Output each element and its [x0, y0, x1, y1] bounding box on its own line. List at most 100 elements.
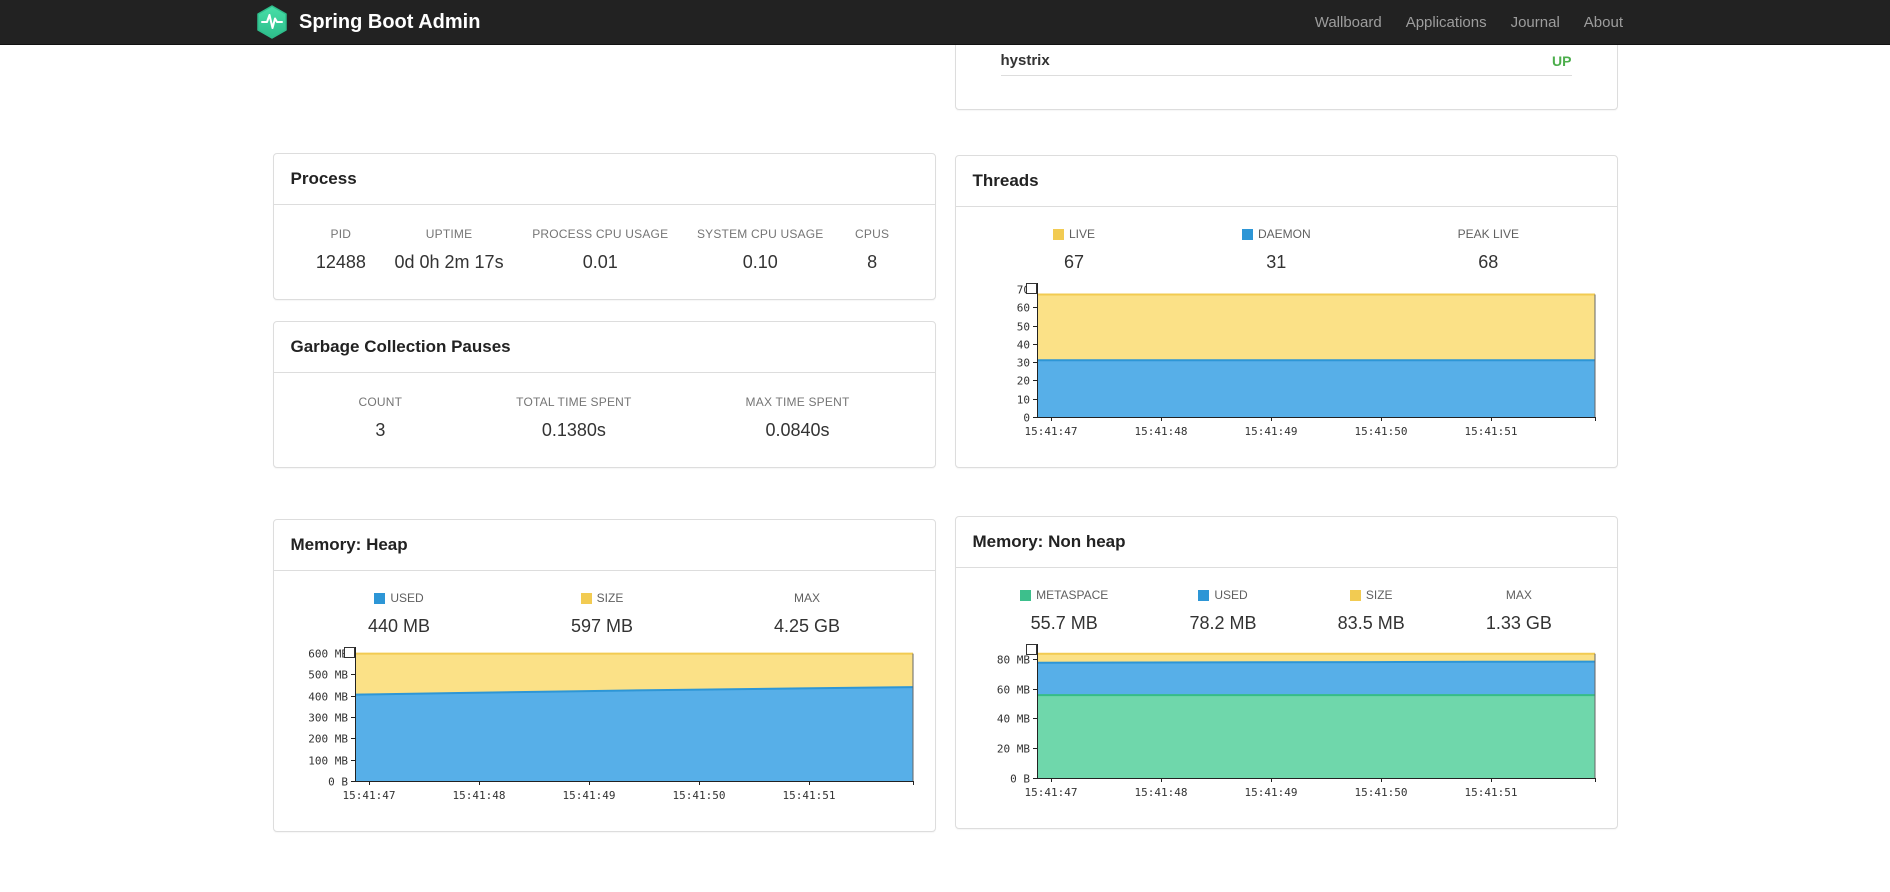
memory-nonheap-legend: METASPACE 55.7 MB USED 78.2 MB SIZE 83.5… — [956, 568, 1617, 636]
svg-text:10: 10 — [1017, 394, 1030, 407]
svg-text:50: 50 — [1017, 321, 1030, 334]
legend-label: MAX — [774, 591, 840, 605]
metric-value: 8 — [867, 252, 878, 272]
brand-title: Spring Boot Admin — [299, 10, 481, 33]
used-swatch-icon — [374, 592, 386, 604]
legend-item-used: USED 78.2 MB — [1189, 588, 1256, 634]
memory-heap-panel-heading: Memory: Heap — [273, 520, 935, 571]
brand-link[interactable]: Spring Boot Admin — [255, 5, 480, 39]
legend-item-daemon: DAEMON 31 — [1241, 227, 1311, 273]
legend-label: USED — [1189, 588, 1256, 602]
legend-value: 31 — [1266, 252, 1287, 272]
legend-item-size: SIZE 83.5 MB — [1338, 588, 1405, 634]
svg-text:40: 40 — [1017, 339, 1030, 352]
legend-value: 55.7 MB — [1030, 613, 1098, 633]
memory-heap-chart: 0 B 100 MB 200 MB 300 MB 400 MB 500 MB 600 MB 1… — [308, 647, 914, 802]
legend-value: 83.5 MB — [1337, 613, 1405, 633]
svg-text:200 MB: 200 MB — [308, 733, 348, 746]
metric-uptime: UPTIME 0d 0h 2m 17s — [395, 227, 504, 273]
legend-label-text: PEAK LIVE — [1457, 227, 1519, 241]
legend-label-text: MAX — [1505, 588, 1532, 602]
process-metrics: PID 12488 UPTIME 0d 0h 2m 17s PROCESS CP… — [274, 205, 935, 299]
svg-text:15:41:48: 15:41:48 — [453, 789, 506, 802]
metric-gc-count: COUNT 3 — [358, 395, 402, 441]
memory-heap-chart-wrap: 0 B 100 MB 200 MB 300 MB 400 MB 500 MB 600 MB 1… — [274, 639, 935, 831]
legend-label: METASPACE — [1020, 588, 1108, 602]
gc-panel: Garbage Collection Pauses COUNT 3 TOTAL … — [272, 321, 936, 468]
memory-heap-panel: Memory: Heap USED 440 MB SIZE 597 MB MAX… — [272, 519, 936, 832]
health-status-badge: UP — [1552, 52, 1572, 69]
legend-label: MAX — [1486, 588, 1552, 602]
legend-label: USED — [368, 591, 430, 605]
left-column: Process PID 12488 UPTIME 0d 0h 2m 17s PR… — [272, 45, 936, 832]
legend-value: 440 MB — [367, 616, 431, 636]
svg-text:60 MB: 60 MB — [997, 684, 1030, 697]
size-swatch-icon — [1349, 589, 1361, 601]
svg-text:15:41:47: 15:41:47 — [1025, 425, 1078, 438]
nav-item-applications[interactable]: Applications — [1394, 14, 1499, 31]
legend-label: LIVE — [1052, 227, 1095, 241]
threads-chart: 01020304050607015:41:47 15:41:48 15:41:49 1… — [1017, 283, 1596, 438]
legend-value: 4.25 GB — [773, 616, 841, 636]
memory-heap-panel-title: Memory: Heap — [290, 535, 408, 554]
health-check-name: hystrix — [1000, 52, 1050, 69]
svg-text:60: 60 — [1017, 302, 1030, 315]
metric-label: SYSTEM CPU USAGE — [696, 227, 824, 241]
legend-item-max: MAX 1.33 GB — [1486, 588, 1552, 634]
live-swatch-icon — [1052, 228, 1064, 240]
svg-text:0 B: 0 B — [1010, 773, 1030, 786]
metric-label: MAX TIME SPENT — [745, 395, 850, 409]
nav-item-wallboard[interactable]: Wallboard — [1303, 14, 1394, 31]
legend-label: SIZE — [1338, 588, 1405, 602]
memory-heap-legend: USED 440 MB SIZE 597 MB MAX 4.25 GB — [274, 571, 935, 639]
legend-label: DAEMON — [1241, 227, 1311, 241]
legend-label-text: DAEMON — [1257, 227, 1311, 241]
threads-panel-heading: Threads — [955, 156, 1617, 207]
metric-label: COUNT — [358, 395, 403, 409]
svg-text:15:41:47: 15:41:47 — [343, 789, 396, 802]
svg-text:15:41:50: 15:41:50 — [1355, 786, 1408, 799]
svg-text:400 MB: 400 MB — [308, 691, 348, 704]
process-panel: Process PID 12488 UPTIME 0d 0h 2m 17s PR… — [272, 153, 936, 300]
threads-legend: LIVE 67 DAEMON 31 PEAK LIVE 68 — [956, 207, 1617, 275]
metric-label: TOTAL TIME SPENT — [516, 395, 632, 409]
legend-label-text: SIZE — [596, 591, 624, 605]
health-row-hystrix[interactable]: hystrix UP — [1000, 46, 1572, 76]
svg-text:15:41:49: 15:41:49 — [1245, 786, 1298, 799]
metric-gc-total-time: TOTAL TIME SPENT 0.1380s — [516, 395, 631, 441]
memory-nonheap-chart-wrap: 0 B 20 MB 40 MB 60 MB 80 MB 15:41:47 15:41:48 1… — [956, 636, 1617, 828]
svg-text:40 MB: 40 MB — [997, 713, 1030, 726]
legend-value: 78.2 MB — [1189, 613, 1257, 633]
legend-label-text: MAX — [793, 591, 820, 605]
svg-text:0 B: 0 B — [328, 776, 348, 789]
svg-text:20: 20 — [1017, 375, 1030, 388]
legend-label-text: METASPACE — [1036, 588, 1109, 602]
memory-nonheap-chart: 0 B 20 MB 40 MB 60 MB 80 MB 15:41:47 15:41:48 1… — [997, 644, 1596, 799]
metric-value: 0.10 — [742, 252, 778, 272]
used-swatch-icon — [1198, 589, 1210, 601]
svg-text:0: 0 — [1023, 412, 1030, 425]
process-panel-title: Process — [290, 169, 357, 188]
metric-value: 0d 0h 2m 17s — [394, 252, 504, 272]
legend-item-metaspace: METASPACE 55.7 MB — [1020, 588, 1108, 634]
metaspace-swatch-icon — [1020, 589, 1032, 601]
svg-text:15:41:49: 15:41:49 — [563, 789, 616, 802]
metric-label: PROCESS CPU USAGE — [532, 227, 669, 241]
metric-pid: PID 12488 — [316, 227, 366, 273]
legend-item-live: LIVE 67 — [1052, 227, 1095, 273]
gc-metrics: COUNT 3 TOTAL TIME SPENT 0.1380s MAX TIM… — [274, 373, 935, 467]
metric-value: 12488 — [315, 252, 366, 272]
navbar-inner: Spring Boot Admin Wallboard Applications… — [255, 0, 1635, 44]
svg-text:80 MB: 80 MB — [997, 654, 1030, 667]
legend-label-text: LIVE — [1068, 227, 1095, 241]
legend-item-used: USED 440 MB — [368, 591, 430, 637]
legend-label-text: SIZE — [1365, 588, 1393, 602]
legend-item-size: SIZE 597 MB — [571, 591, 633, 637]
nav-item-journal[interactable]: Journal — [1499, 14, 1572, 31]
svg-text:500 MB: 500 MB — [308, 669, 348, 682]
svg-text:15:41:49: 15:41:49 — [1245, 425, 1298, 438]
svg-text:15:41:47: 15:41:47 — [1025, 786, 1078, 799]
nav-item-about[interactable]: About — [1572, 14, 1635, 31]
process-panel-heading: Process — [273, 154, 935, 205]
size-swatch-icon — [580, 592, 592, 604]
